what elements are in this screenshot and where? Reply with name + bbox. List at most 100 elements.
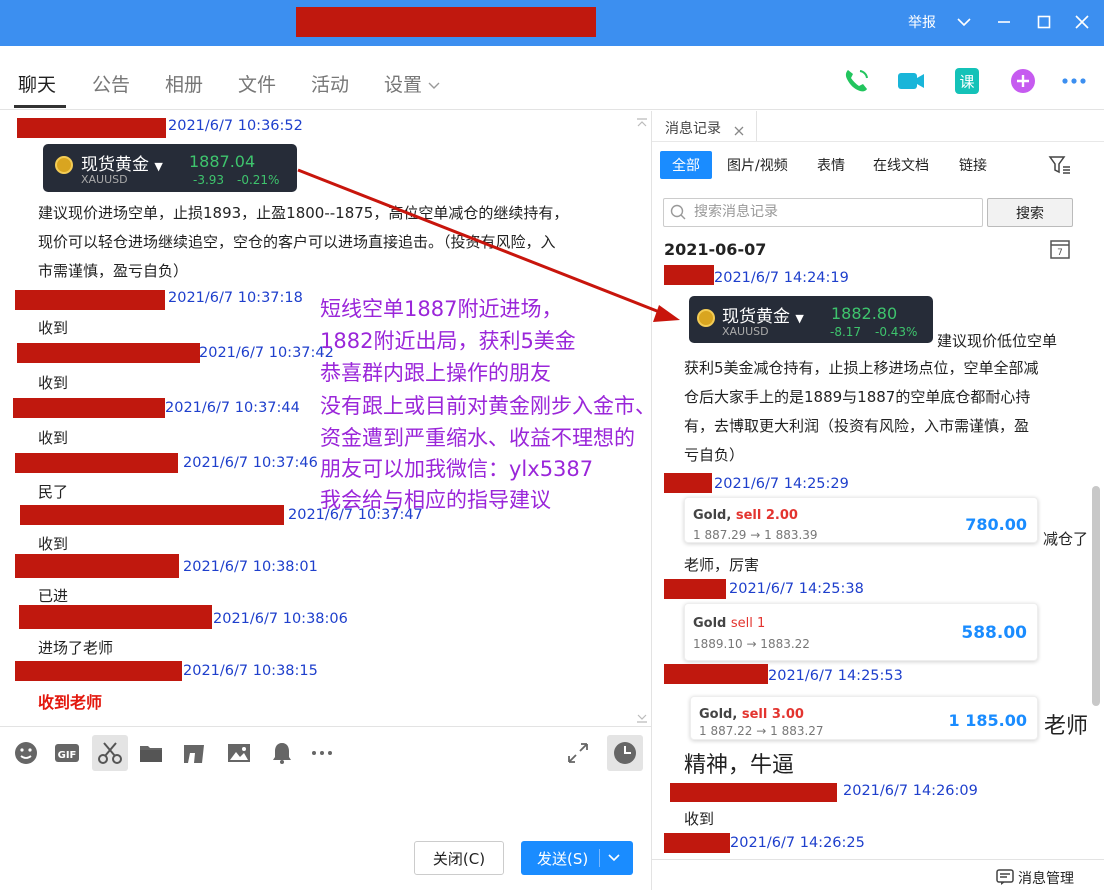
redacted-sender	[13, 398, 165, 418]
trade-card[interactable]: Gold sell 1 1889.10 → 1883.22 588.00	[684, 603, 1038, 661]
filter-all[interactable]: 全部	[660, 151, 712, 179]
redacted-sender	[664, 473, 712, 493]
gold-quote-card[interactable]: 现货黄金 ▼ XAUUSD 1887.04 -3.93 -0.21%	[43, 144, 297, 192]
maximize-icon[interactable]	[1032, 10, 1056, 34]
quote-title: 现货黄金 ▼	[81, 155, 163, 175]
quote-symbol: XAUUSD	[81, 173, 128, 186]
filter-docs[interactable]: 在线文档	[873, 155, 929, 175]
message-time: 2021/6/7 10:37:44	[165, 400, 300, 416]
trade-profit: 588.00	[961, 623, 1027, 643]
main-tabs: 聊天 公告 相册 文件 活动 设置	[0, 46, 1104, 110]
trade-symbol: Gold sell 1	[693, 616, 766, 631]
music-icon[interactable]	[180, 739, 208, 767]
send-button[interactable]: 发送(S)	[521, 841, 633, 875]
message-time: 2021/6/7 14:25:53	[768, 668, 903, 684]
quote-percent: -0.21%	[237, 173, 280, 187]
analysis-message: 获利5美金减仓持有，止损上移进场点位，空单全部减 仓后大家手上的是1889与18…	[684, 359, 1039, 464]
phone-icon[interactable]	[840, 65, 872, 97]
redacted-sender	[19, 605, 212, 629]
bell-icon[interactable]	[268, 739, 296, 767]
gif-icon[interactable]: GIF	[53, 739, 81, 767]
chat-messages[interactable]: 2021/6/7 10:36:52 现货黄金 ▼ XAUUSD 1887.04 …	[0, 111, 651, 726]
message-text: 老师	[1044, 714, 1089, 739]
scrollbar[interactable]	[1092, 486, 1100, 706]
message-text: 老师，厉害	[684, 556, 760, 574]
redacted-sender	[17, 343, 200, 363]
message-time: 2021/6/7 10:38:15	[183, 663, 318, 679]
trade-symbol: Gold, sell 3.00	[699, 707, 804, 722]
message-time: 2021/6/7 10:36:52	[168, 118, 303, 134]
close-button[interactable]: 关闭(C)	[414, 841, 504, 875]
message-text: 减仓了	[1043, 530, 1089, 548]
tab-settings[interactable]: 设置	[384, 70, 440, 97]
image-icon[interactable]	[225, 739, 253, 767]
minimize-icon[interactable]	[992, 10, 1016, 34]
filter-icon[interactable]	[1048, 154, 1072, 180]
video-icon[interactable]	[895, 65, 927, 97]
message-text: 收到	[38, 429, 69, 447]
course-icon[interactable]: 课	[951, 65, 983, 97]
redacted-sender	[670, 783, 837, 802]
message-history-panel: 消息记录 全部 图片/视频 表情 在线文档 链接 搜索消息记录 搜索 2021-…	[651, 111, 1104, 890]
close-icon[interactable]	[734, 122, 744, 140]
message-text: 建议现价低位空单	[937, 332, 1058, 350]
scroll-up-icon[interactable]	[636, 113, 648, 131]
scissors-icon[interactable]	[92, 735, 128, 771]
svg-text:课: 课	[959, 73, 974, 91]
trade-card[interactable]: Gold, sell 3.00 1 887.22 → 1 883.27 1 18…	[690, 696, 1038, 740]
gold-quote-card[interactable]: 现货黄金 ▼ XAUUSD 1882.80 -8.17 -0.43%	[689, 296, 933, 343]
folder-icon[interactable]	[137, 739, 165, 767]
redacted-title	[296, 7, 596, 37]
tab-announcement[interactable]: 公告	[92, 70, 130, 97]
tab-activity[interactable]: 活动	[311, 70, 349, 97]
more-icon[interactable]	[1058, 65, 1090, 97]
trade-symbol: Gold, sell 2.00	[693, 508, 798, 523]
search-button[interactable]: 搜索	[987, 198, 1073, 227]
gold-coin-icon	[55, 156, 73, 174]
redacted-sender	[15, 290, 165, 310]
calendar-icon[interactable]: 7	[1049, 238, 1071, 264]
quote-change: -3.93	[193, 173, 225, 187]
emoji-icon[interactable]	[12, 739, 40, 767]
search-input[interactable]: 搜索消息记录	[663, 198, 983, 227]
scroll-down-icon[interactable]	[636, 710, 648, 726]
filter-media[interactable]: 图片/视频	[727, 155, 788, 175]
close-icon[interactable]	[1070, 10, 1094, 34]
chevron-down-icon[interactable]	[607, 853, 621, 863]
trade-profit: 780.00	[965, 515, 1027, 534]
report-button[interactable]: 举报	[908, 12, 936, 32]
message-time: 2021/6/7 14:26:25	[730, 835, 865, 851]
search-icon	[670, 204, 686, 224]
active-tab-indicator	[14, 105, 66, 108]
message-time: 2021/6/7 10:37:42	[199, 345, 334, 361]
chevron-down-icon[interactable]	[952, 10, 976, 34]
redacted-sender	[664, 833, 730, 853]
message-time: 2021/6/7 10:38:06	[213, 611, 348, 627]
message-text: 收到	[684, 810, 715, 828]
expand-icon[interactable]	[564, 739, 592, 767]
tab-message-history[interactable]: 消息记录	[665, 118, 721, 138]
redacted-sender	[664, 265, 714, 285]
quote-price: 1882.80	[831, 304, 898, 323]
message-time: 2021/6/7 14:25:29	[714, 476, 849, 492]
message-text: 收到老师	[38, 693, 103, 712]
filter-links[interactable]: 链接	[959, 155, 987, 175]
trade-card[interactable]: Gold, sell 2.00 1 887.29 → 1 883.39 780.…	[684, 497, 1038, 543]
message-manage-icon[interactable]	[996, 868, 1014, 890]
send-label: 发送(S)	[537, 850, 589, 868]
filter-emoji[interactable]: 表情	[817, 155, 845, 175]
title-bar: 举报	[0, 0, 1104, 46]
message-time: 2021/6/7 10:38:01	[183, 559, 318, 575]
message-time: 2021/6/7 10:37:46	[183, 455, 318, 471]
tab-album[interactable]: 相册	[165, 70, 203, 97]
tab-files[interactable]: 文件	[238, 70, 276, 97]
tab-chat[interactable]: 聊天	[18, 70, 56, 97]
input-toolbar: GIF	[0, 726, 651, 778]
quote-symbol: XAUUSD	[722, 325, 769, 338]
history-clock-icon[interactable]	[607, 735, 643, 771]
message-text: 收到	[38, 374, 69, 392]
quote-percent: -0.43%	[875, 325, 918, 339]
add-icon[interactable]	[1007, 65, 1039, 97]
more-icon[interactable]	[308, 739, 336, 767]
message-manage-button[interactable]: 消息管理	[1018, 868, 1074, 888]
